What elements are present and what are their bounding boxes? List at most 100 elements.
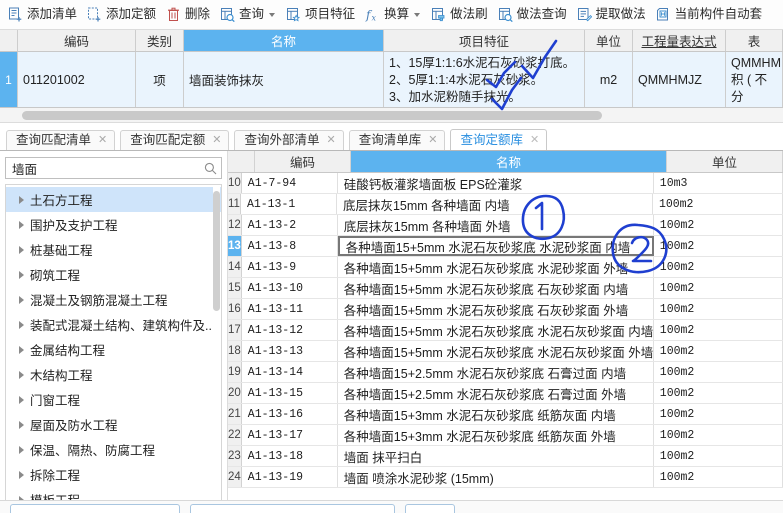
cell-feature[interactable]: 1、15厚1:1:6水泥石灰砂浆打底。 2、5厚1:1:4水泥石灰砂浆。 3、加… [384,52,585,107]
cell-unit[interactable]: 100m2 [654,362,783,382]
cell-code[interactable]: A1-13-8 [242,236,338,256]
search-input[interactable] [12,161,204,175]
cell-unit[interactable]: 100m2 [654,341,783,361]
chevron-right-icon[interactable] [19,320,24,329]
search-icon[interactable] [204,162,217,175]
chevron-right-icon[interactable] [19,420,24,429]
chevron-right-icon[interactable] [19,245,24,254]
cell-unit[interactable]: 100m2 [654,320,783,340]
cell-code[interactable]: A1-13-12 [242,320,338,340]
cell-code[interactable]: A1-13-9 [242,257,338,277]
query-button[interactable]: 查询 [216,3,280,27]
sidebar-item-demolition[interactable]: 拆除工程 [6,462,221,487]
sidebar-item-insulation[interactable]: 保温、隔热、防腐工程 [6,437,221,462]
category-tree[interactable]: 土石方工程 围护及支护工程 桩基础工程 砌筑工程 混凝土及钢筋混凝土工程 装配式… [5,184,222,503]
scrollbar-thumb[interactable] [213,191,220,311]
chevron-right-icon[interactable] [19,270,24,279]
cell-code[interactable]: A1-13-14 [242,362,338,382]
add-quota-button[interactable]: 添加定额 [83,3,160,27]
sidebar-item-wood-structure[interactable]: 木结构工程 [6,362,221,387]
cell-unit[interactable]: 100m2 [654,257,783,277]
col-header-code[interactable]: 编码 [18,30,136,51]
table-row[interactable]: 16 A1-13-11 各种墙面15+5mm 水泥石灰砂浆底 石灰砂浆面 外墙 100… [228,299,783,320]
chevron-right-icon[interactable] [19,295,24,304]
delete-button[interactable]: 删除 [162,3,214,27]
cell-code[interactable]: A1-13-10 [242,278,338,298]
col-header-table[interactable]: 表 [726,30,783,51]
cell-name[interactable]: 各种墙面15+5mm 水泥石灰砂浆底 石灰砂浆面 内墙 [338,278,654,298]
convert-button[interactable]: f x 换算 [361,3,425,27]
method-query-button[interactable]: 做法查询 [494,3,571,27]
close-icon[interactable]: ✕ [98,135,107,146]
table-row[interactable]: 1 011201002 项 墙面装饰抹灰 1、15厚1:1:6水泥石灰砂浆打底。… [0,52,783,108]
table-row[interactable]: 18 A1-13-13 各种墙面15+5mm 水泥石灰砂浆底 水泥石灰砂浆面 外墙 1… [228,341,783,362]
table-row[interactable]: 17 A1-13-12 各种墙面15+5mm 水泥石灰砂浆底 水泥石灰砂浆面 内墙 1… [228,320,783,341]
cell-code[interactable]: A1-13-18 [242,446,338,466]
cell-unit[interactable]: 100m2 [653,194,783,214]
col-header-quota-name[interactable]: 名称 [351,151,667,172]
cell-name[interactable]: 各种墙面15+2.5mm 水泥石灰砂浆底 石膏过面 外墙 [338,383,654,403]
cell-name[interactable]: 各种墙面15+5mm 水泥石灰砂浆底 水泥石灰砂浆面 外墙 [338,341,654,361]
tab-match-quota[interactable]: 查询匹配定额 ✕ [120,130,230,150]
cell-unit[interactable]: 100m2 [654,383,783,403]
cell-name[interactable]: 墙面装饰抹灰 [184,52,384,107]
scrollbar-thumb[interactable] [22,111,602,120]
add-list-button[interactable]: 添加清单 [4,3,81,27]
cell-name[interactable]: 各种墙面15+5mm 水泥石灰砂浆底 水泥砂浆面 外墙 [338,257,654,277]
cell-unit[interactable]: 100m2 [654,446,783,466]
table-row[interactable]: 14 A1-13-9 各种墙面15+5mm 水泥石灰砂浆底 水泥砂浆面 外墙 100m… [228,257,783,278]
bottom-field-2[interactable] [190,504,395,513]
cell-code[interactable]: A1-13-1 [241,194,337,214]
method-brush-button[interactable]: 做法刷 [427,3,492,27]
cell-table[interactable]: QMMHM 积 ( 不分 [726,52,783,107]
horizontal-scrollbar[interactable] [0,108,783,123]
col-header-feature[interactable]: 项目特征 [384,30,585,51]
table-row[interactable]: 19 A1-13-14 各种墙面15+2.5mm 水泥石灰砂浆底 石膏过面 内墙 10… [228,362,783,383]
auto-match-button[interactable]: 当前构件自动套 [652,3,767,27]
cell-unit[interactable]: 100m2 [654,236,783,256]
search-box[interactable] [5,157,222,179]
close-icon[interactable]: ✕ [530,134,539,146]
cell-unit[interactable]: 100m2 [654,404,783,424]
col-header-kind[interactable]: 类别 [136,30,184,51]
table-row[interactable]: 10 A1-7-94 硅酸钙板灌浆墙面板 EPS砼灌浆 10m3 [228,173,783,194]
cell-code[interactable]: A1-13-11 [242,299,338,319]
col-header-name[interactable]: 名称 [184,30,384,51]
chevron-right-icon[interactable] [19,345,24,354]
cell-name[interactable]: 各种墙面15+3mm 水泥石灰砂浆底 纸筋灰面 内墙 [338,404,654,424]
cell-name[interactable]: 各种墙面15+2.5mm 水泥石灰砂浆底 石膏过面 内墙 [338,362,654,382]
table-row[interactable]: 23 A1-13-18 墙面 抹平扫白 100m2 [228,446,783,467]
table-row[interactable]: 22 A1-13-17 各种墙面15+3mm 水泥石灰砂浆底 纸筋灰面 外墙 100m… [228,425,783,446]
cell-code[interactable]: A1-13-15 [242,383,338,403]
bottom-field-3[interactable] [405,504,455,513]
sidebar-item-prefab-concrete[interactable]: 装配式混凝土结构、建筑构件及... [6,312,221,337]
cell-unit[interactable]: 100m2 [654,425,783,445]
chevron-right-icon[interactable] [19,470,24,479]
chevron-right-icon[interactable] [19,370,24,379]
col-header-quota-unit[interactable]: 单位 [667,151,783,172]
cell-name[interactable]: 墙面 抹平扫白 [338,446,654,466]
table-row[interactable]: 12 A1-13-2 底层抹灰15mm 各种墙面 外墙 100m2 [228,215,783,236]
table-row[interactable]: 15 A1-13-10 各种墙面15+5mm 水泥石灰砂浆底 石灰砂浆面 内墙 100… [228,278,783,299]
tab-external-list[interactable]: 查询外部清单 ✕ [234,130,344,150]
cell-name[interactable]: 底层抹灰15mm 各种墙面 外墙 [338,215,654,235]
chevron-right-icon[interactable] [19,195,24,204]
cell-expression[interactable]: QMMHMJZ [633,52,726,107]
cell-code[interactable]: A1-7-94 [242,173,338,193]
table-row[interactable]: 21 A1-13-16 各种墙面15+3mm 水泥石灰砂浆底 纸筋灰面 内墙 100m… [228,404,783,425]
tree-scrollbar[interactable] [213,187,220,501]
cell-name[interactable]: 各种墙面15+5mm 水泥石灰砂浆底 石灰砂浆面 外墙 [338,299,654,319]
tab-list-library[interactable]: 查询清单库 ✕ [348,130,446,150]
table-row[interactable]: 20 A1-13-15 各种墙面15+2.5mm 水泥石灰砂浆底 石膏过面 外墙 10… [228,383,783,404]
cell-unit[interactable]: m2 [585,52,633,107]
sidebar-item-doors-windows[interactable]: 门窗工程 [6,387,221,412]
chevron-down-icon[interactable] [269,12,276,17]
cell-name[interactable]: 各种墙面15+5mm 水泥石灰砂浆底 水泥石灰砂浆面 内墙 [338,320,654,340]
close-icon[interactable]: ✕ [326,135,335,146]
cell-code[interactable]: A1-13-16 [242,404,338,424]
sidebar-item-pile-foundation[interactable]: 桩基础工程 [6,237,221,262]
sidebar-item-masonry[interactable]: 砌筑工程 [6,262,221,287]
chevron-right-icon[interactable] [19,220,24,229]
bottom-field-1[interactable] [10,504,180,513]
cell-code[interactable]: A1-13-17 [242,425,338,445]
